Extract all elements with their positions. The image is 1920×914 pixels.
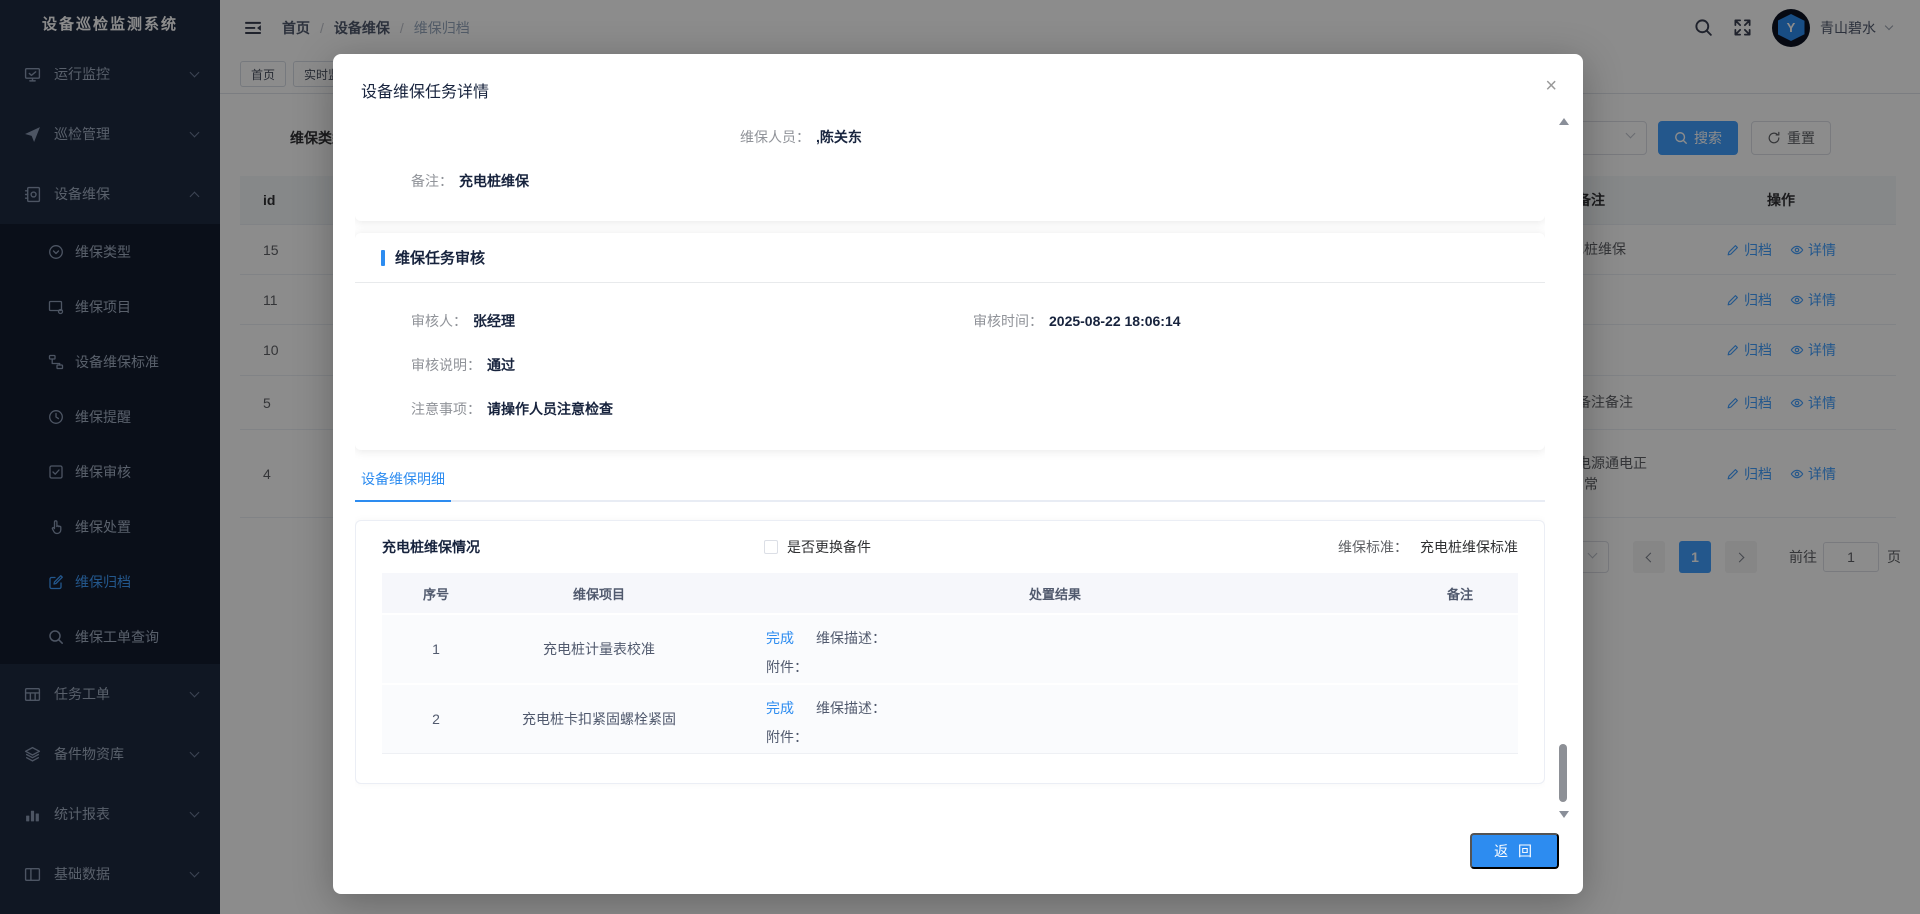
- audit-note-value: 请操作人员注意检查: [487, 401, 613, 417]
- back-button[interactable]: 返 回: [1470, 833, 1559, 869]
- audit-card: 维保任务审核 审核人：张经理 审核时间：2025-08-22 18:06:14 …: [355, 233, 1545, 450]
- modal-header: 设备维保任务详情: [333, 54, 1583, 112]
- cell-item: 充电桩卡扣紧固螺栓紧固: [490, 685, 708, 753]
- desc-label: 维保描述：: [816, 628, 886, 648]
- maintenance-detail-card: 充电桩维保情况 是否更换备件 维保标准： 充电桩维保标准 序号 维保项目 处置结果: [355, 520, 1545, 784]
- audit-result-label: 审核说明：: [411, 357, 481, 373]
- modal-scrollbar: [1557, 118, 1571, 818]
- replace-parts-label: 是否更换备件: [787, 537, 871, 557]
- scroll-down-icon[interactable]: [1559, 811, 1569, 818]
- attachment-label: 附件：: [766, 727, 1402, 747]
- detail-table: 序号 维保项目 处置结果 备注 1 充电桩计量表校准 完成维保描述： 附件：: [382, 573, 1518, 754]
- replace-parts-checkbox[interactable]: [764, 540, 778, 554]
- detail-table-row: 2 充电桩卡扣紧固螺栓紧固 完成 维保描述： 附件：: [382, 683, 1518, 753]
- audit-time-value: 2025-08-22 18:06:14: [1049, 313, 1181, 329]
- column-header-item: 维保项目: [490, 584, 708, 603]
- desc-label: 维保描述：: [816, 698, 886, 718]
- detail-card-header: 充电桩维保情况 是否更换备件 维保标准： 充电桩维保标准: [356, 521, 1544, 573]
- audit-section-title: 维保任务审核: [395, 247, 485, 268]
- standard-label: 维保标准：: [1338, 539, 1408, 555]
- audit-time-field: 审核时间： 2025-08-22 18:06:14: [973, 311, 1181, 331]
- auditor-value: 张经理: [473, 313, 515, 329]
- attachment-label: 附件：: [766, 657, 1402, 677]
- audit-time-label: 审核时间：: [973, 313, 1043, 329]
- modal-title: 设备维保任务详情: [361, 78, 489, 102]
- cell-item: 充电桩计量表校准: [490, 615, 708, 683]
- maintenance-person-label: 维保人员：: [740, 129, 810, 145]
- audit-note-field: 注意事项： 请操作人员注意检查: [411, 399, 613, 419]
- modal-tab-bar: 设备维保明细: [355, 458, 1545, 502]
- remark-field: 备注： 充电桩维保: [411, 171, 529, 191]
- scrollbar-thumb[interactable]: [1559, 744, 1567, 802]
- audit-result-value: 通过: [487, 357, 515, 373]
- close-icon[interactable]: ×: [1545, 76, 1557, 96]
- cell-no: 1: [382, 615, 490, 683]
- replace-parts-field: 是否更换备件: [764, 537, 871, 557]
- column-header-result: 处置结果: [708, 584, 1402, 603]
- audit-note-label: 注意事项：: [411, 401, 481, 417]
- cell-no: 2: [382, 685, 490, 753]
- auditor-label: 审核人：: [411, 313, 467, 329]
- cell-result: 完成 维保描述： 附件：: [708, 685, 1402, 753]
- section-accent-bar: [381, 250, 385, 266]
- standard-field: 维保标准： 充电桩维保标准: [1338, 537, 1518, 557]
- remark-value: 充电桩维保: [459, 173, 529, 189]
- screen: 设备巡检监测系统 运行监控 巡检管理 设备维保 维保类型 维保项目: [0, 0, 1920, 914]
- column-header-remark: 备注: [1402, 584, 1518, 603]
- task-info-card: 维保人员： ,陈关东 备注： 充电桩维保: [355, 115, 1545, 221]
- standard-value: 充电桩维保标准: [1420, 539, 1518, 555]
- status-complete-link[interactable]: 完成: [766, 628, 794, 648]
- detail-table-header: 序号 维保项目 处置结果 备注: [382, 573, 1518, 613]
- remark-label: 备注：: [411, 173, 453, 189]
- audit-result-field: 审核说明： 通过: [411, 355, 515, 375]
- maintenance-person-value: ,陈关东: [816, 129, 862, 145]
- column-header-no: 序号: [382, 584, 490, 603]
- maintenance-task-detail-modal: 设备维保任务详情 × 维保人员： ,陈关东 备注： 充电桩维保 维保任务审核 审核人…: [333, 54, 1583, 894]
- cell-remark: [1402, 615, 1518, 683]
- detail-card-title: 充电桩维保情况: [382, 537, 480, 557]
- maintenance-person-field: 维保人员： ,陈关东: [740, 127, 862, 147]
- status-complete-link[interactable]: 完成: [766, 698, 794, 718]
- cell-result: 完成 维保描述： 附件：: [708, 615, 1402, 683]
- modal-body: 维保人员： ,陈关东 备注： 充电桩维保 维保任务审核 审核人： 张经理 审核时间： 2…: [355, 115, 1545, 816]
- cell-remark: [1402, 685, 1518, 753]
- auditor-field: 审核人： 张经理: [411, 311, 515, 331]
- scroll-up-icon[interactable]: [1559, 118, 1569, 125]
- detail-table-row: 1 充电桩计量表校准 完成 维保描述： 附件：: [382, 613, 1518, 683]
- tab-maintenance-detail[interactable]: 设备维保明细: [355, 458, 451, 502]
- audit-section-header: 维保任务审核: [355, 233, 1545, 283]
